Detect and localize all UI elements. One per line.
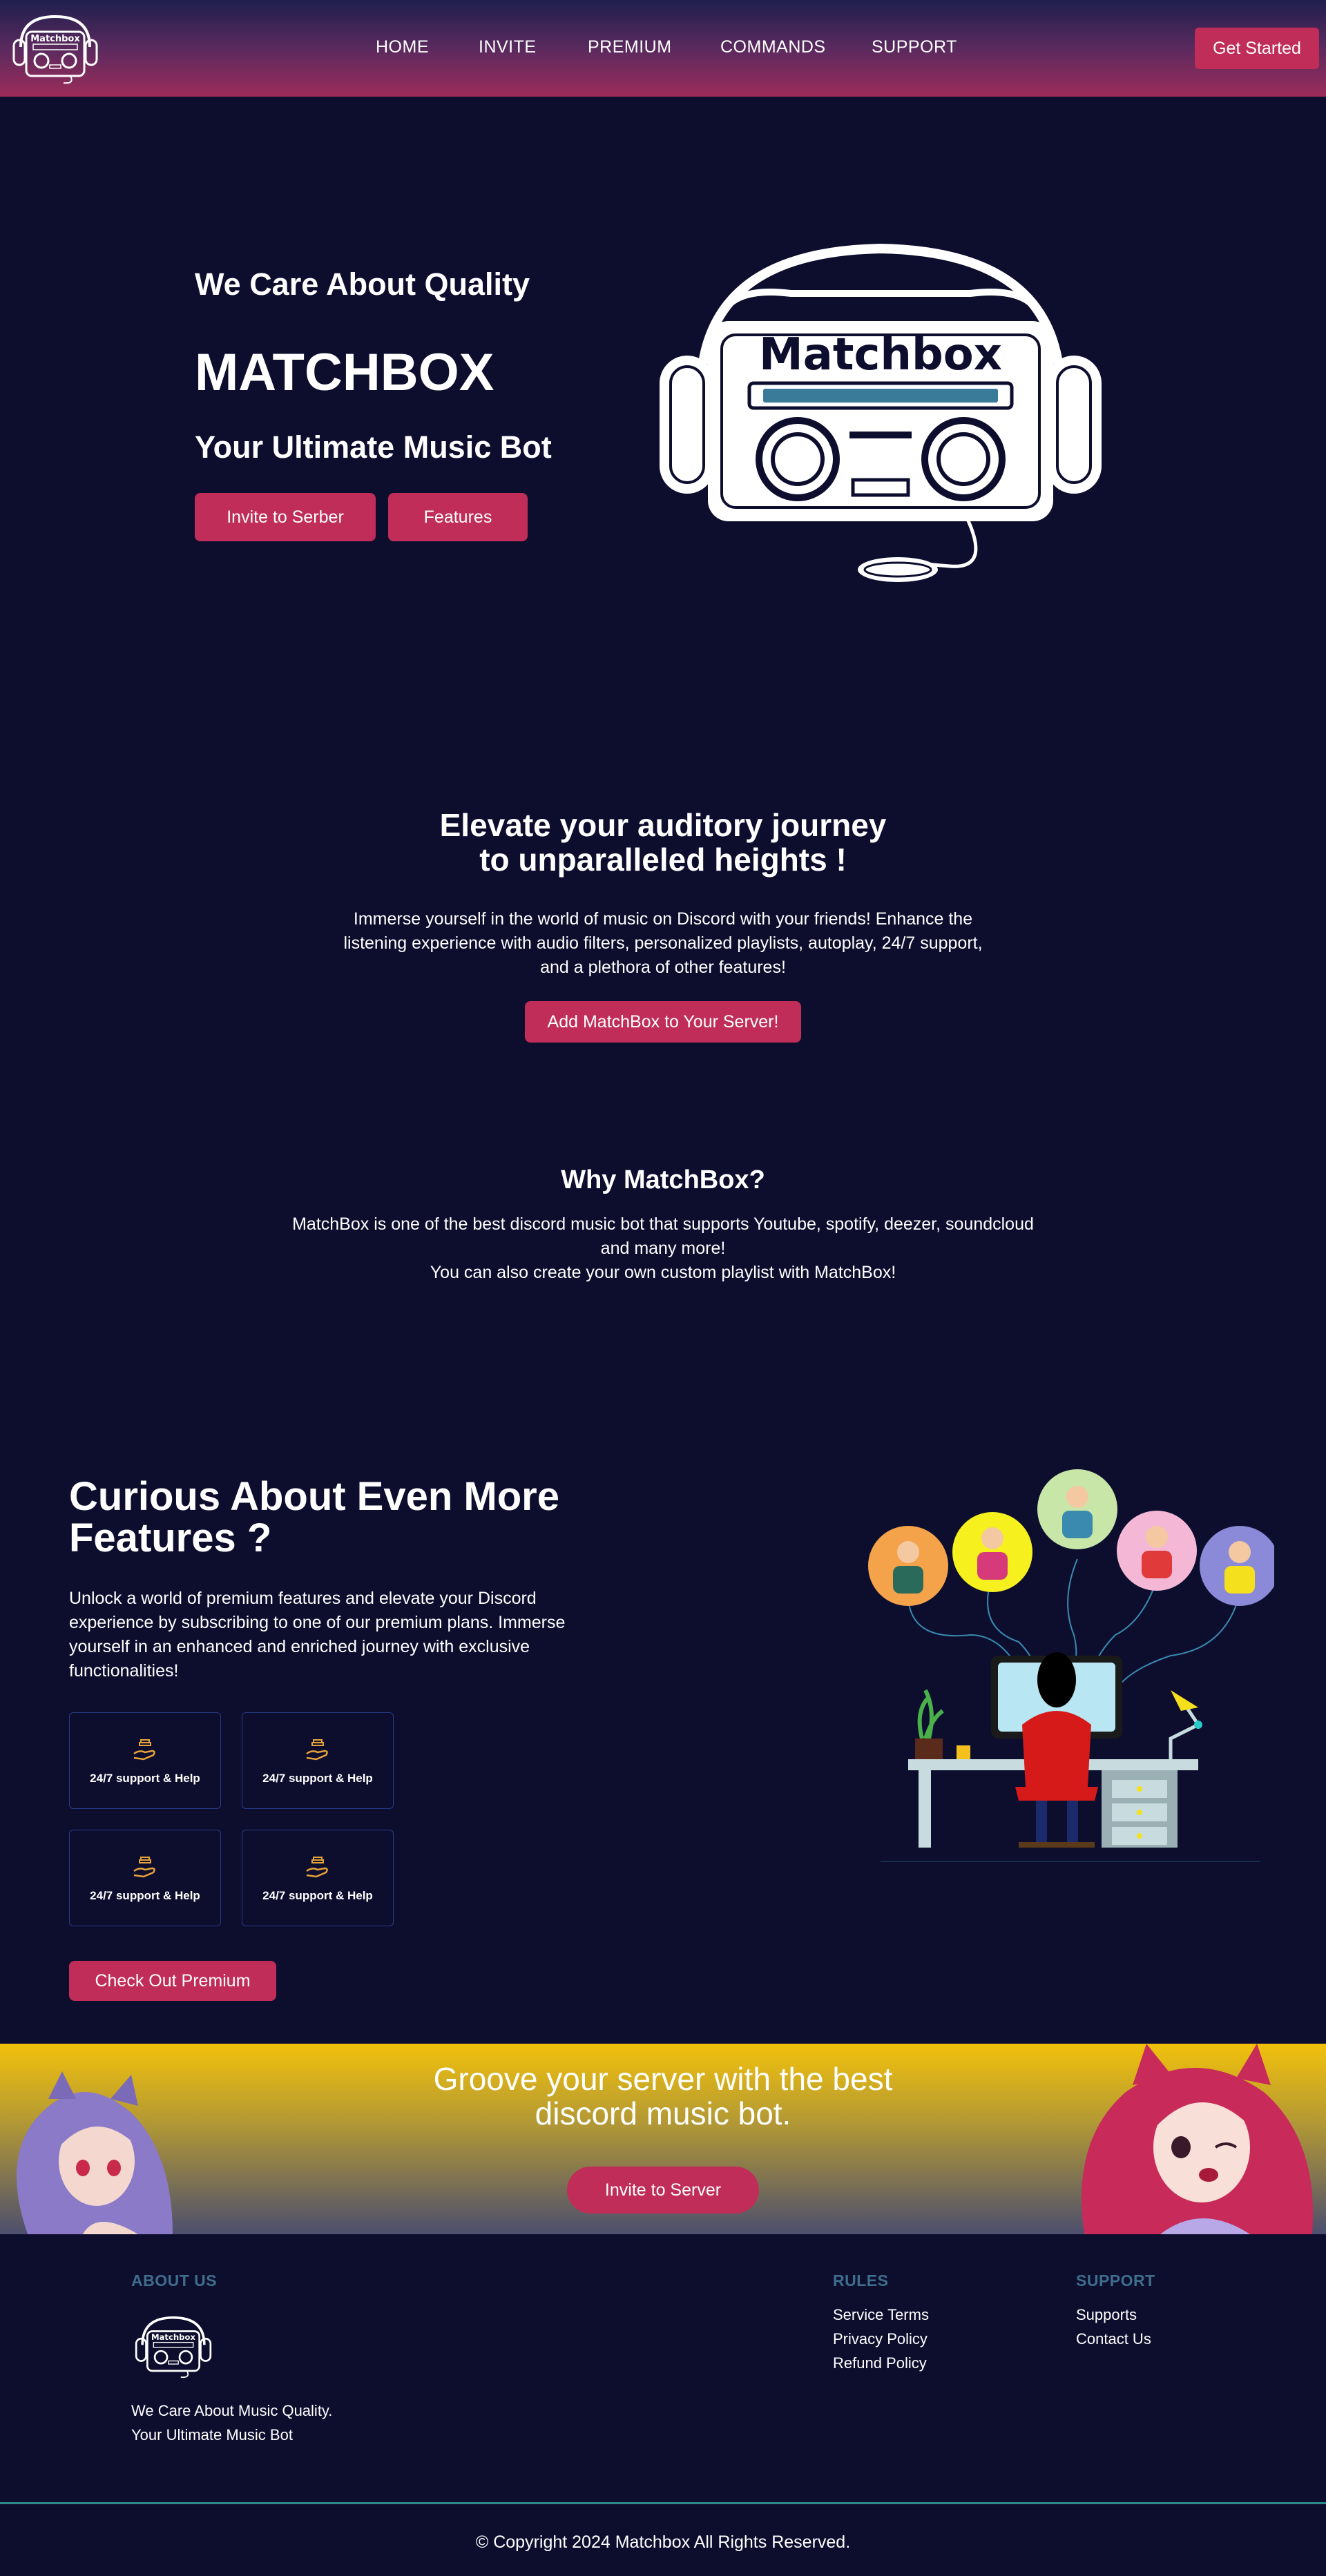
feature-card: 24/7 support & Help [69, 1830, 221, 1926]
features-text-line3: yourself in an enhanced and enriched jou… [69, 1637, 530, 1656]
check-out-premium-button[interactable]: Check Out Premium [69, 1961, 276, 2001]
navbar: Matchbox HOME INVITE PREMIUM COMMANDS SU… [0, 0, 1326, 97]
feature-card-label: 24/7 support & Help [262, 1772, 373, 1785]
invite-to-server-button[interactable]: Invite to Serber [195, 493, 376, 541]
why-paragraph: MatchBox is one of the best discord musi… [0, 1212, 1326, 1285]
elevate-text-line1: Immerse yourself in the world of music o… [353, 909, 973, 929]
helping-hand-icon [133, 1857, 155, 1878]
elevate-text-line2: listening experience with audio filters,… [343, 933, 983, 953]
feature-card-label: 24/7 support & Help [262, 1889, 373, 1902]
matchbox-hero-logo: Matchbox [660, 243, 1102, 582]
elevate-heading-line1: Elevate your auditory journey [439, 807, 887, 843]
footer-divider [0, 2502, 1326, 2504]
footer-link-refund-policy[interactable]: Refund Policy [833, 2354, 927, 2372]
add-matchbox-button[interactable]: Add MatchBox to Your Server! [525, 1001, 801, 1043]
elevate-heading: Elevate your auditory journey to unparal… [0, 808, 1326, 877]
helping-hand-icon [306, 1739, 328, 1761]
features-button[interactable]: Features [388, 493, 528, 541]
matchbox-footer-logo: Matchbox [135, 2316, 212, 2379]
footer-about-text: We Care About Music Quality. Your Ultima… [131, 2399, 332, 2447]
community-illustration [868, 1469, 1274, 1862]
nav-premium[interactable]: PREMIUM [588, 37, 672, 57]
footer-about-line2: Your Ultimate Music Bot [131, 2426, 293, 2443]
nav-invite[interactable]: INVITE [479, 37, 537, 57]
why-text-line3: You can also create your own custom play… [430, 1263, 896, 1282]
hero-title: MATCHBOX [195, 343, 494, 402]
footer-about-heading: ABOUT US [131, 2272, 218, 2289]
why-text-line2: and many more! [600, 1239, 726, 1258]
helping-hand-icon [133, 1739, 155, 1761]
copyright-text: © Copyright 2024 Matchbox All Rights Res… [475, 2533, 851, 2552]
elevate-paragraph: Immerse yourself in the world of music o… [0, 907, 1326, 980]
features-text-line2: experience by subscribing to one of our … [69, 1613, 566, 1632]
feature-card-label: 24/7 support & Help [90, 1772, 200, 1785]
nav-support[interactable]: SUPPORT [872, 37, 957, 57]
feature-card-label: 24/7 support & Help [90, 1889, 200, 1902]
footer-link-supports[interactable]: Supports [1076, 2306, 1137, 2324]
footer-link-contact-us[interactable]: Contact Us [1076, 2330, 1151, 2348]
elevate-heading-line2: to unparalleled heights ! [479, 842, 847, 878]
feature-card: 24/7 support & Help [242, 1712, 394, 1809]
helping-hand-icon [306, 1857, 328, 1878]
features-heading-line1: Curious About Even More [69, 1474, 559, 1519]
anime-girl-right-image [1082, 2044, 1314, 2234]
elevate-text-line3: and a plethora of other features! [540, 958, 786, 977]
cta-banner: Groove your server with the best discord… [0, 2044, 1326, 2234]
footer-about-line1: We Care About Music Quality. [131, 2402, 333, 2419]
features-heading: Curious About Even More Features ? [69, 1476, 635, 1559]
features-text-line1: Unlock a world of premium features and e… [69, 1589, 537, 1608]
features-heading-line2: Features ? [69, 1515, 272, 1560]
features-paragraph: Unlock a world of premium features and e… [69, 1587, 615, 1683]
feature-card: 24/7 support & Help [242, 1830, 394, 1926]
get-started-button[interactable]: Get Started [1195, 28, 1319, 69]
why-heading: Why MatchBox? [561, 1165, 765, 1194]
svg-text:Matchbox: Matchbox [151, 2332, 196, 2342]
why-text-line1: MatchBox is one of the best discord musi… [292, 1214, 1034, 1234]
footer-link-privacy-policy[interactable]: Privacy Policy [833, 2330, 928, 2348]
footer-rules-heading: RULES [833, 2272, 889, 2289]
footer-support-heading: SUPPORT [1076, 2272, 1155, 2289]
nav-home[interactable]: HOME [376, 37, 429, 57]
hero-tagline: We Care About Quality [195, 267, 530, 302]
hero-subtitle: Your Ultimate Music Bot [195, 429, 552, 465]
invite-to-server-banner-button[interactable]: Invite to Server [567, 2167, 759, 2214]
nav-commands[interactable]: COMMANDS [720, 37, 826, 57]
feature-card: 24/7 support & Help [69, 1712, 221, 1809]
footer-link-service-terms[interactable]: Service Terms [833, 2306, 929, 2324]
svg-text:Matchbox: Matchbox [759, 329, 1002, 380]
features-text-line4: functionalities! [69, 1661, 179, 1681]
